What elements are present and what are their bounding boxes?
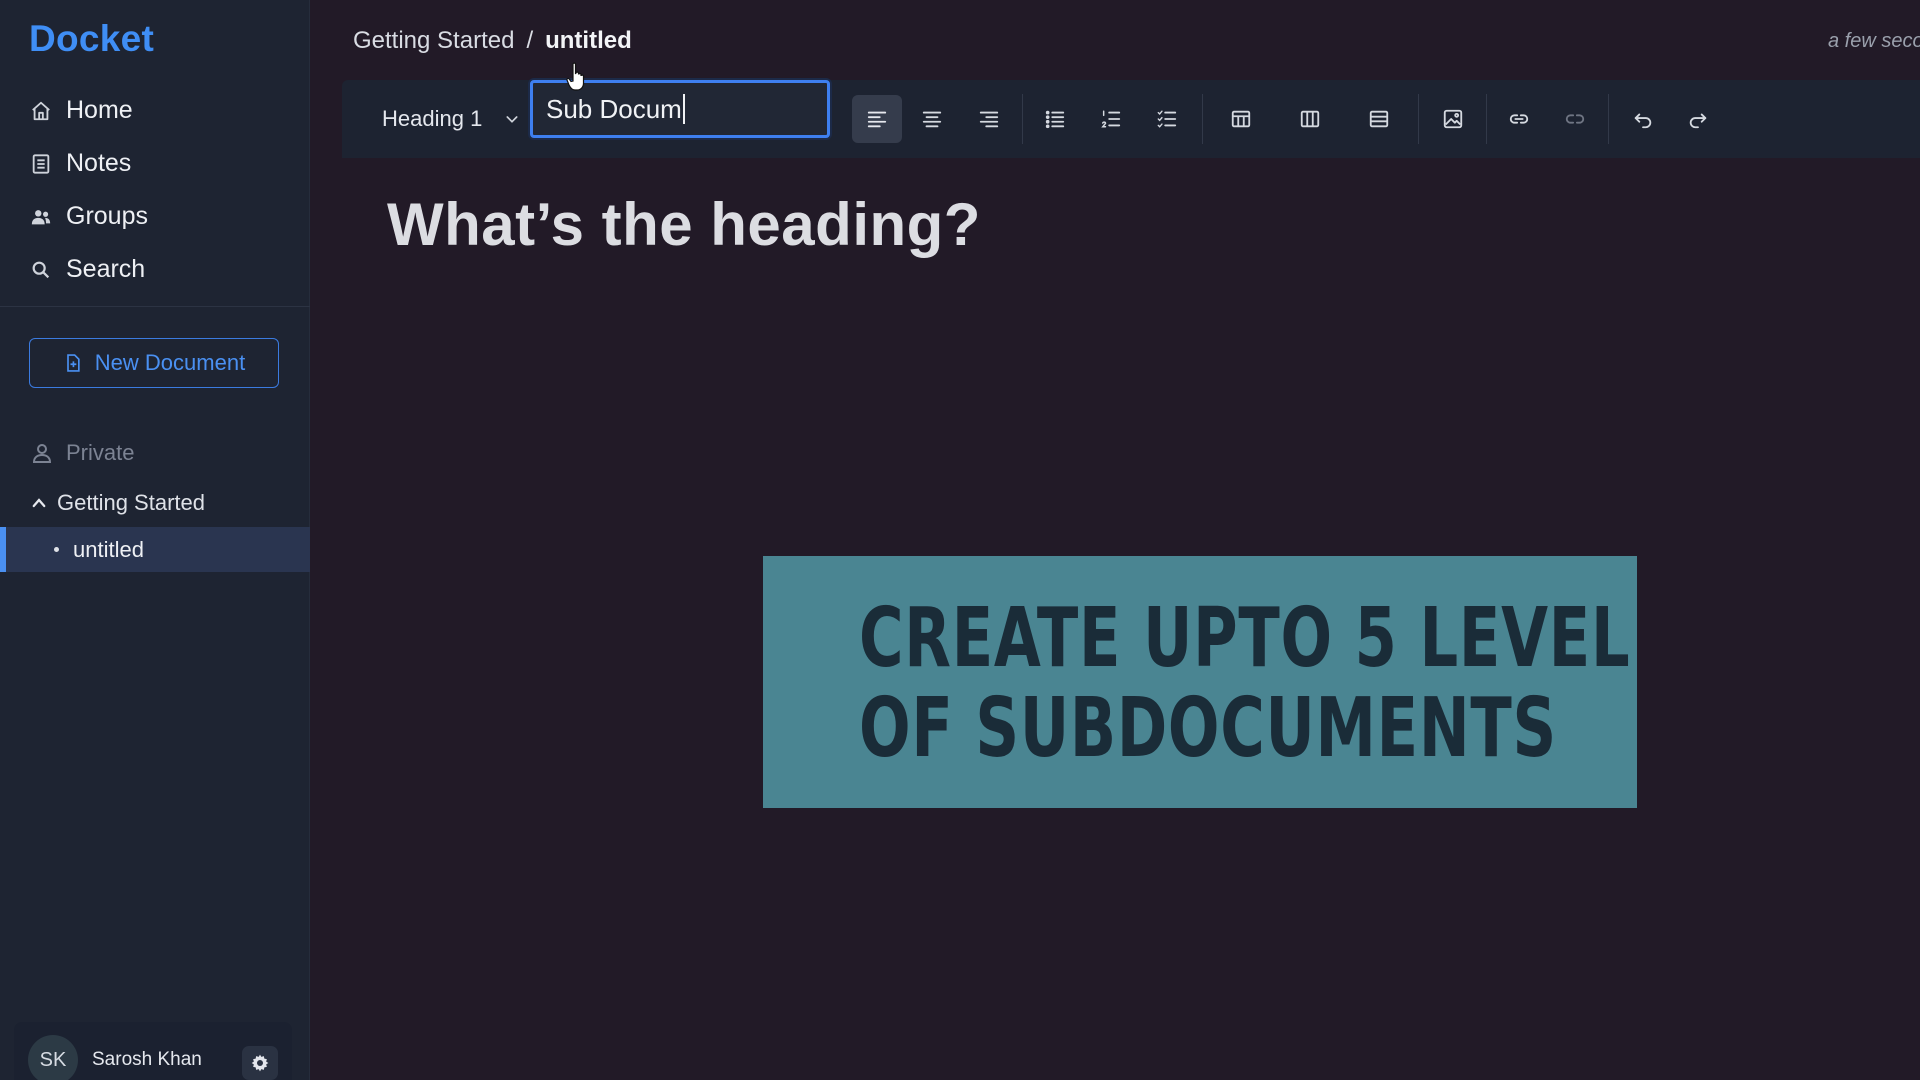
sidebar-item-groups[interactable]: Groups <box>0 190 310 243</box>
tree-item-getting-started[interactable]: Getting Started <box>30 490 205 516</box>
toolbar-divider <box>1486 94 1487 144</box>
bullet-list-button[interactable] <box>1030 95 1080 143</box>
redo-icon <box>1689 113 1707 129</box>
sidebar-item-search[interactable]: Search <box>0 243 310 296</box>
gear-icon <box>251 1054 269 1072</box>
breadcrumb-separator: / <box>526 27 534 54</box>
document-heading[interactable]: What’s the heading? <box>387 190 981 259</box>
section-private: Private <box>30 440 134 466</box>
user-name: Sarosh Khan <box>92 1049 202 1070</box>
unlink-icon <box>1565 114 1585 124</box>
align-right-icon <box>979 111 999 128</box>
table-icon <box>1231 110 1251 128</box>
rows-icon <box>1369 110 1389 128</box>
sidebar: Docket Home Notes Groups Search New Docu… <box>0 0 310 1080</box>
active-indicator <box>0 527 6 572</box>
image-button[interactable] <box>1428 95 1478 143</box>
align-left-icon <box>867 111 887 128</box>
undo-icon <box>1634 113 1652 129</box>
columns-button[interactable] <box>1285 95 1335 143</box>
banner-line-1: CREATE UPTO 5 LEVEL <box>859 591 1631 686</box>
bullet-icon <box>54 547 59 552</box>
redo-button[interactable] <box>1673 95 1723 143</box>
ordered-list-button[interactable] <box>1086 95 1136 143</box>
chevron-down-icon <box>506 116 518 123</box>
toolbar-divider <box>1608 94 1609 144</box>
ordered-list-icon <box>1101 110 1121 128</box>
section-label: Private <box>66 440 135 465</box>
image-icon <box>1443 109 1463 129</box>
link-icon <box>1509 114 1529 124</box>
new-document-label: New Document <box>94 350 246 375</box>
home-icon <box>30 100 52 122</box>
breadcrumb: Getting Started / untitled <box>353 27 632 55</box>
app-logo[interactable]: Docket <box>29 18 154 60</box>
sidebar-divider <box>0 306 310 307</box>
rows-button[interactable] <box>1354 95 1404 143</box>
align-center-button[interactable] <box>907 95 957 143</box>
tree-item-label: Getting Started <box>57 490 205 515</box>
tree-item-untitled[interactable]: untitled <box>0 527 310 572</box>
unlink-button[interactable] <box>1550 95 1600 143</box>
task-list-button[interactable] <box>1142 95 1192 143</box>
new-document-button[interactable]: New Document <box>29 338 279 388</box>
sidebar-item-home[interactable]: Home <box>0 84 310 137</box>
app-window: Docket Home Notes Groups Search New Docu… <box>0 0 1920 1080</box>
sidebar-item-notes[interactable]: Notes <box>0 137 310 190</box>
align-right-button[interactable] <box>964 95 1014 143</box>
link-button[interactable] <box>1494 95 1544 143</box>
align-center-icon <box>922 111 942 128</box>
sidebar-nav: Home Notes Groups Search <box>0 84 310 296</box>
table-button[interactable] <box>1216 95 1266 143</box>
chevron-up-icon[interactable] <box>30 494 48 512</box>
text-caret <box>682 94 685 124</box>
title-input-value: Sub Docum <box>546 93 682 124</box>
groups-icon <box>30 206 52 228</box>
columns-icon <box>1300 110 1320 128</box>
toolbar-divider <box>1202 94 1203 144</box>
user-icon <box>32 444 52 463</box>
toolbar-divider <box>1022 94 1023 144</box>
block-type-value: Heading 1 <box>382 106 483 131</box>
user-profile-bar: SK Sarosh Khan <box>14 1022 292 1080</box>
bullet-list-icon <box>1045 110 1065 129</box>
breadcrumb-current: untitled <box>545 27 632 54</box>
hand-cursor-icon <box>566 62 585 91</box>
tree-item-label: untitled <box>73 536 144 562</box>
new-document-icon <box>66 354 80 372</box>
save-status: a few secon <box>1828 30 1920 52</box>
block-type-select[interactable]: Heading 1 <box>382 80 520 158</box>
search-icon <box>30 259 52 281</box>
sidebar-item-label: Groups <box>66 202 148 230</box>
breadcrumb-parent[interactable]: Getting Started <box>353 27 514 55</box>
align-left-button[interactable] <box>852 95 902 143</box>
task-list-icon <box>1157 110 1177 128</box>
undo-button[interactable] <box>1618 95 1668 143</box>
banner-line-2: OF SUBDOCUMENTS <box>859 681 1557 776</box>
sidebar-item-label: Home <box>66 96 133 124</box>
toolbar-divider <box>1418 94 1419 144</box>
sidebar-item-label: Notes <box>66 149 132 177</box>
notes-icon <box>30 153 52 175</box>
settings-button[interactable] <box>242 1046 278 1080</box>
avatar[interactable]: SK <box>28 1035 78 1080</box>
sidebar-item-label: Search <box>66 255 146 283</box>
feature-banner: CREATE UPTO 5 LEVEL OF SUBDOCUMENTS <box>763 556 1637 808</box>
